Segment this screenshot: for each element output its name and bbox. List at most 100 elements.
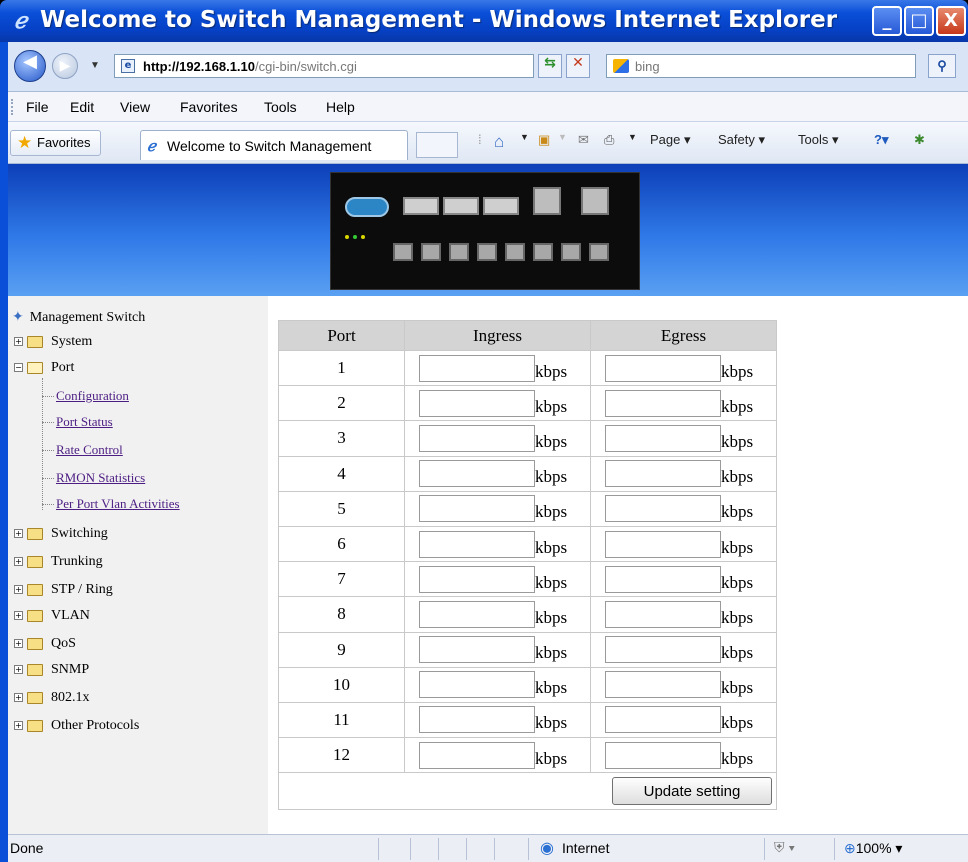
- stop-icon[interactable]: ✕: [566, 54, 590, 78]
- menu-file[interactable]: File: [26, 99, 49, 115]
- expand-icon[interactable]: +: [14, 639, 23, 649]
- fiber-port: [483, 197, 519, 215]
- search-icon[interactable]: ⚲: [928, 54, 956, 78]
- egress-rate-input[interactable]: [605, 530, 721, 558]
- tree-folder-vlan[interactable]: + VLAN: [14, 606, 90, 626]
- egress-rate-input[interactable]: [605, 600, 721, 628]
- close-button[interactable]: X: [936, 6, 966, 36]
- ingress-cell: kbps: [404, 525, 591, 563]
- update-setting-button[interactable]: Update setting: [612, 777, 772, 806]
- tree-folder-802-1x[interactable]: +802.1x: [14, 688, 90, 708]
- home-icon[interactable]: ⌂: [494, 132, 504, 152]
- menu-tools[interactable]: Tools: [264, 99, 297, 115]
- tree-link-port-status[interactable]: Port Status: [42, 412, 113, 432]
- fiber-port: [403, 197, 439, 215]
- tree-folder-snmp[interactable]: + SNMP: [14, 660, 89, 680]
- home-dropdown-icon[interactable]: ▼: [520, 132, 529, 142]
- ingress-rate-input[interactable]: [419, 741, 535, 769]
- menu-view[interactable]: View: [120, 99, 150, 115]
- forward-button[interactable]: ▶: [52, 53, 78, 79]
- refresh-icon[interactable]: ⇆: [538, 54, 562, 78]
- ingress-cell: kbps: [404, 490, 591, 527]
- tab-active[interactable]: ℯ Welcome to Switch Management: [140, 130, 408, 160]
- favorites-button[interactable]: ★ Favorites: [10, 130, 102, 156]
- egress-rate-input[interactable]: [605, 495, 721, 523]
- menu-edit[interactable]: Edit: [70, 99, 94, 115]
- print-icon[interactable]: ⎙: [604, 132, 614, 148]
- tree-link-rmon-statistics[interactable]: RMON Statistics: [42, 468, 145, 488]
- ingress-rate-input[interactable]: [419, 354, 535, 382]
- tree-folder-trunking[interactable]: + Trunking: [14, 552, 103, 572]
- tree-link-configuration[interactable]: Configuration: [42, 386, 129, 406]
- expand-icon[interactable]: +: [14, 693, 23, 703]
- egress-rate-input[interactable]: [605, 354, 721, 382]
- mail-icon[interactable]: ✉: [578, 132, 589, 148]
- zoom-control[interactable]: ⊕100% ▾: [844, 840, 902, 857]
- menu-help[interactable]: Help: [326, 99, 355, 115]
- menu-favorites[interactable]: Favorites: [180, 99, 238, 115]
- egress-rate-input[interactable]: [605, 706, 721, 734]
- history-dropdown-icon[interactable]: ▼: [90, 60, 100, 71]
- tree-folder-qos[interactable]: + QoS: [14, 634, 76, 654]
- tools-menu[interactable]: Tools ▾: [798, 132, 839, 148]
- table-row: 2 kbps kbps: [278, 385, 777, 422]
- ingress-rate-input[interactable]: [419, 530, 535, 558]
- tree-folder-port[interactable]: − Port: [14, 358, 74, 378]
- tree-root[interactable]: ✦ Management Switch: [12, 308, 145, 328]
- unit-label: kbps: [535, 537, 568, 557]
- tree-folder-system[interactable]: + System: [14, 332, 92, 352]
- egress-rate-input[interactable]: [605, 741, 721, 769]
- egress-rate-input[interactable]: [605, 565, 721, 593]
- expand-icon[interactable]: +: [14, 585, 23, 595]
- search-input[interactable]: bing: [606, 54, 916, 78]
- url-text[interactable]: http://192.168.1.10/cgi-bin/switch.cgi: [143, 59, 357, 74]
- expand-icon[interactable]: +: [14, 529, 23, 539]
- expand-icon[interactable]: +: [14, 721, 23, 731]
- collapse-icon[interactable]: −: [14, 363, 23, 373]
- uplink-port: [533, 187, 561, 215]
- tree-folder-stp-ring[interactable]: + STP / Ring: [14, 580, 113, 600]
- ie-logo-icon: ℯ: [14, 8, 28, 34]
- table-row: 10 kbps kbps: [278, 666, 777, 703]
- egress-rate-input[interactable]: [605, 424, 721, 452]
- help-icon[interactable]: ?▾: [874, 132, 888, 148]
- expand-icon[interactable]: +: [14, 611, 23, 621]
- url-input[interactable]: e http://192.168.1.10/cgi-bin/switch.cgi…: [114, 54, 623, 78]
- status-text: Done: [10, 840, 44, 856]
- egress-rate-input[interactable]: [605, 460, 721, 488]
- research-icon[interactable]: ✱: [914, 132, 925, 148]
- safety-menu[interactable]: Safety ▾: [718, 132, 765, 148]
- egress-rate-input[interactable]: [605, 636, 721, 664]
- feeds-icon[interactable]: ▣: [538, 132, 550, 148]
- ingress-rate-input[interactable]: [419, 460, 535, 488]
- egress-cell: kbps: [590, 385, 777, 422]
- ingress-rate-input[interactable]: [419, 495, 535, 523]
- ingress-rate-input[interactable]: [419, 600, 535, 628]
- ingress-rate-input[interactable]: [419, 636, 535, 664]
- tree-link-rate-control[interactable]: Rate Control: [42, 440, 123, 460]
- minimize-button[interactable]: _: [872, 6, 902, 36]
- table-row: 4 kbps kbps: [278, 455, 777, 492]
- led: [361, 235, 365, 239]
- tree-folder-switching[interactable]: + Switching: [14, 524, 108, 544]
- protected-mode-icon[interactable]: ⛨ ▾: [774, 839, 795, 856]
- ingress-rate-input[interactable]: [419, 389, 535, 417]
- new-tab-button[interactable]: [416, 132, 458, 158]
- egress-rate-input[interactable]: [605, 671, 721, 699]
- ingress-rate-input[interactable]: [419, 565, 535, 593]
- maximize-button[interactable]: □: [904, 6, 934, 36]
- expand-icon[interactable]: +: [14, 665, 23, 675]
- tree-link-per-port-vlan[interactable]: Per Port Vlan Activities: [42, 494, 180, 514]
- page-menu[interactable]: Page ▾: [650, 132, 691, 148]
- print-dropdown-icon[interactable]: ▼: [628, 132, 637, 142]
- egress-rate-input[interactable]: [605, 389, 721, 417]
- ingress-rate-input[interactable]: [419, 671, 535, 699]
- ingress-rate-input[interactable]: [419, 424, 535, 452]
- ingress-rate-input[interactable]: [419, 706, 535, 734]
- ie-page-icon: ℯ: [147, 137, 156, 155]
- back-button[interactable]: ◀: [14, 50, 46, 82]
- tree-folder-other-protocols[interactable]: + Other Protocols: [14, 716, 139, 736]
- feeds-dropdown-icon[interactable]: ▼: [558, 132, 567, 142]
- expand-icon[interactable]: +: [14, 337, 23, 347]
- expand-icon[interactable]: +: [14, 557, 23, 567]
